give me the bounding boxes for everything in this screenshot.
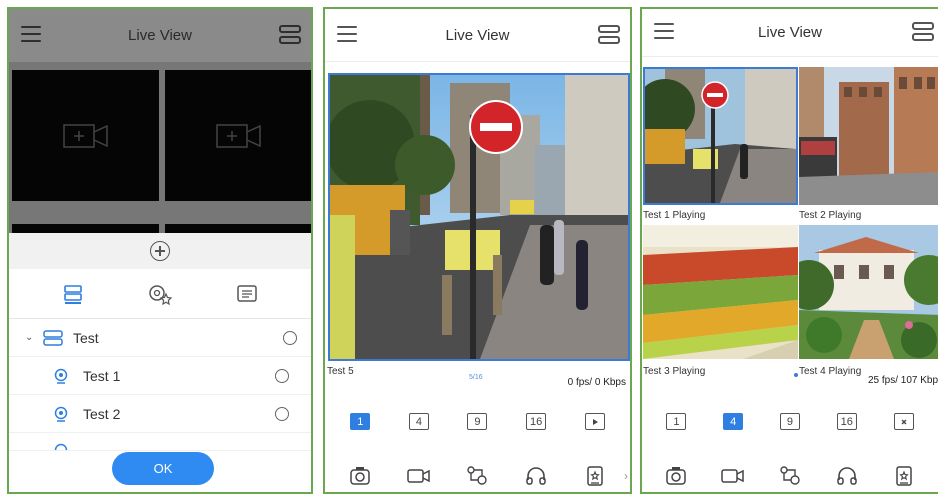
header: Live View — [642, 9, 938, 57]
street-scene-frame — [330, 75, 628, 359]
ok-button[interactable]: OK — [112, 452, 214, 485]
tile-label: Test 1 Playing — [643, 210, 706, 221]
camera-icon — [54, 406, 68, 422]
tile-label: Test 2 Playing — [799, 210, 862, 221]
stream-stats: 0 fps/ 0 Kbps — [567, 377, 626, 388]
plaza-thumbnail — [799, 67, 938, 205]
single-view-panel: Live View Test 5 5/16 0 fps/ 0 Kbps 1 4 … — [323, 7, 632, 494]
hamburger-menu-icon[interactable] — [654, 23, 674, 39]
add-camera-icon — [215, 123, 261, 148]
tree-item-label: Test — [73, 329, 99, 346]
action-toolbar — [642, 464, 938, 488]
snapshot-icon[interactable] — [664, 464, 688, 488]
audio-icon[interactable] — [835, 464, 859, 488]
device-list-icon[interactable] — [279, 25, 301, 45]
channel-tile-2[interactable] — [799, 67, 938, 205]
market-thumbnail — [643, 225, 798, 359]
chevron-right-icon[interactable]: › — [624, 469, 628, 483]
device-tree-icon[interactable] — [61, 282, 85, 306]
record-icon[interactable] — [407, 464, 431, 488]
sheet-tabs — [9, 269, 311, 319]
hamburger-menu-icon[interactable] — [337, 26, 357, 42]
audio-icon[interactable] — [524, 464, 548, 488]
action-toolbar — [325, 464, 630, 488]
header: Live View — [9, 9, 311, 62]
page-title: Live View — [128, 27, 192, 44]
tree-group[interactable]: ⌄ Test — [9, 319, 311, 357]
layout-4-button[interactable]: 4 — [723, 413, 744, 430]
tree-item-label: Test 1 — [83, 367, 121, 384]
channel-picker-panel: Live View ⌄ Test Test 1 Test 2 OK — [7, 7, 313, 494]
add-row — [9, 233, 311, 269]
tile-label: Test 4 Playing — [799, 366, 862, 377]
snapshot-icon[interactable] — [348, 464, 372, 488]
page-title: Live View — [758, 24, 822, 41]
layout-4-button[interactable]: 4 — [408, 413, 429, 430]
header: Live View — [325, 9, 630, 62]
select-radio[interactable] — [283, 331, 297, 345]
playback-icon[interactable] — [584, 413, 605, 430]
screenshot-collage: Live View ⌄ Test Test 1 Test 2 OK Live V… — [0, 0, 941, 498]
select-radio[interactable] — [275, 369, 289, 383]
empty-channel-cell[interactable] — [165, 70, 311, 201]
page-indicator: 5/16 — [469, 374, 483, 381]
channel-tile-3[interactable] — [643, 225, 798, 359]
layout-16-button[interactable]: 16 — [526, 413, 547, 430]
tree-item[interactable]: Test 1 — [9, 357, 311, 395]
page-title: Live View — [445, 26, 510, 44]
live-grid — [9, 62, 311, 236]
empty-channel-cell[interactable] — [12, 70, 159, 201]
hamburger-menu-icon[interactable] — [21, 26, 41, 42]
video-player[interactable] — [328, 73, 630, 361]
street-thumbnail — [645, 69, 796, 203]
list-icon[interactable] — [235, 282, 259, 306]
layout-toolbar: 1 4 9 16 — [642, 413, 938, 430]
device-list-icon[interactable] — [912, 22, 934, 42]
device-list-icon[interactable] — [598, 25, 620, 45]
camera-name: Test 5 — [327, 366, 354, 377]
favorite-icon[interactable] — [583, 464, 607, 488]
channel-tile-4[interactable] — [799, 225, 938, 359]
close-window-icon[interactable] — [893, 413, 914, 430]
focus-indicator — [794, 373, 798, 377]
garden-thumbnail — [799, 225, 938, 359]
favorites-icon[interactable] — [148, 282, 172, 306]
ptz-icon[interactable] — [465, 464, 489, 488]
layout-toolbar: 1 4 9 16 — [325, 413, 630, 430]
camera-icon — [54, 443, 68, 450]
stream-stats: 25 fps/ 107 Kbps — [868, 375, 938, 386]
record-icon[interactable] — [721, 464, 745, 488]
channel-tile-1[interactable] — [643, 67, 798, 205]
chevron-down-icon[interactable]: ⌄ — [25, 332, 43, 343]
quad-view-panel: Live View Test 1 Playing Test 2 Playing … — [640, 7, 938, 494]
add-camera-icon — [62, 123, 108, 148]
favorite-icon[interactable] — [892, 464, 916, 488]
circle-plus-icon[interactable] — [150, 241, 170, 261]
layout-9-button[interactable]: 9 — [779, 413, 800, 430]
tile-label: Test 3 Playing — [643, 366, 706, 377]
nvr-icon — [43, 329, 63, 346]
tree-item[interactable]: Test 2 — [9, 395, 311, 433]
select-radio[interactable] — [275, 407, 289, 421]
tree-item[interactable] — [9, 433, 311, 451]
layout-1-button[interactable]: 1 — [350, 413, 371, 430]
layout-9-button[interactable]: 9 — [467, 413, 488, 430]
layout-16-button[interactable]: 16 — [836, 413, 857, 430]
tree-item-label: Test 2 — [83, 405, 121, 422]
layout-1-button[interactable]: 1 — [666, 413, 687, 430]
camera-icon — [54, 368, 68, 384]
ptz-icon[interactable] — [778, 464, 802, 488]
